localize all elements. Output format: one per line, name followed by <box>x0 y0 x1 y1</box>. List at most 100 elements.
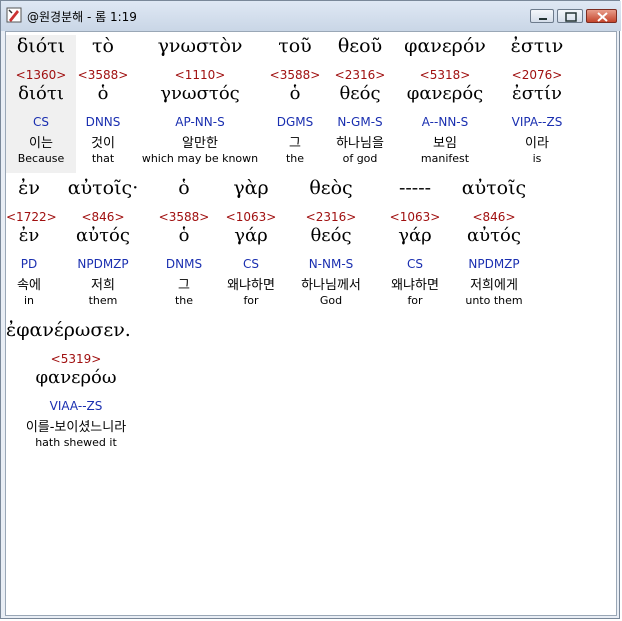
close-button[interactable] <box>586 9 617 23</box>
morphology-code[interactable]: N-GM-S <box>324 115 396 129</box>
korean-gloss: 알만한 <box>182 136 218 151</box>
greek-word: διότι <box>16 35 66 57</box>
korean-gloss: 속에 <box>17 278 41 293</box>
strong-number[interactable]: <3588> <box>76 68 130 82</box>
korean-gloss: 하나님께서 <box>301 278 361 293</box>
strong-number[interactable]: <2076> <box>500 68 574 82</box>
interlinear-row-2: ἐν <1722> ἐν PD 속에 in αὐτοῖς· <846> αὐτό… <box>6 177 616 317</box>
greek-word: γὰρ <box>233 177 269 199</box>
lemma: γνωστός <box>160 83 240 104</box>
word-cell[interactable]: ἐν <1722> ἐν PD 속에 in <box>6 177 57 315</box>
strong-number[interactable]: <1063> <box>218 210 284 224</box>
greek-word: γνωστὸν <box>157 35 243 57</box>
greek-word: θεὸς <box>309 177 353 199</box>
lemma: γάρ <box>234 225 268 246</box>
lemma: θεός <box>339 83 381 104</box>
strong-number[interactable]: <5318> <box>400 68 490 82</box>
morphology-code[interactable]: NPDMZP <box>456 257 532 271</box>
title-bar[interactable]: @원경분해 - 롬 1:19 <box>1 1 621 31</box>
morphology-code[interactable]: CS <box>382 257 448 271</box>
strong-number[interactable]: <3588> <box>156 210 212 224</box>
korean-gloss: 이를-보이셨느니라 <box>25 420 127 435</box>
english-gloss: of god <box>342 152 378 165</box>
morphology-code[interactable]: PD <box>6 257 52 271</box>
greek-word: φανερόν <box>404 35 486 57</box>
word-cell[interactable]: γὰρ <1063> γάρ CS 왜냐하면 for <box>218 177 284 315</box>
word-cell[interactable]: αὐτοῖς <846> αὐτός NPDMZP 저희에게 unto them <box>456 177 532 315</box>
interlinear-panel[interactable]: διότι <1360> διότι CS 이는 Because τὸ <358… <box>5 31 617 616</box>
morphology-code[interactable]: A--NN-S <box>400 115 490 129</box>
strong-number[interactable]: <1360> <box>6 68 76 82</box>
greek-word: αὐτοῖς· <box>67 177 139 199</box>
close-icon <box>597 12 608 22</box>
morphology-code[interactable]: CS <box>6 115 76 129</box>
morphology-code[interactable]: VIPA--ZS <box>500 115 574 129</box>
morphology-code[interactable]: N-NM-S <box>288 257 374 271</box>
word-cell[interactable]: θεοῦ <2316> θεός N-GM-S 하나님을 of god <box>324 35 396 173</box>
korean-gloss: 것이 <box>91 136 115 151</box>
english-gloss: for <box>407 294 423 307</box>
maximize-button[interactable] <box>557 9 583 23</box>
word-cell[interactable]: φανερόν <5318> φανερός A--NN-S 보임 manife… <box>400 35 490 173</box>
morphology-code[interactable]: DNMS <box>156 257 212 271</box>
english-gloss: Because <box>17 152 65 165</box>
strong-number[interactable]: <846> <box>456 210 532 224</box>
english-gloss: God <box>319 294 343 307</box>
word-cell[interactable]: αὐτοῖς· <846> αὐτός NPDMZP 저희 them <box>62 177 144 315</box>
korean-gloss: 저희에게 <box>470 278 518 293</box>
strong-number[interactable]: <2316> <box>288 210 374 224</box>
greek-word: τὸ <box>92 35 114 57</box>
english-gloss: in <box>23 294 35 307</box>
interlinear-row-3: ἐφανέρωσεν. <5319> φανερόω VIAA--ZS 이를-보… <box>6 319 616 459</box>
lemma: ὁ <box>178 225 190 246</box>
korean-gloss: 하나님을 <box>336 136 384 151</box>
window-title: @원경분해 - 롬 1:19 <box>27 10 137 24</box>
app-icon <box>6 7 22 23</box>
minimize-icon <box>539 18 547 20</box>
english-gloss: unto them <box>465 294 523 307</box>
korean-gloss: 왜냐하면 <box>227 278 275 293</box>
lemma: φανερόω <box>35 367 117 388</box>
strong-number[interactable]: <3588> <box>268 68 322 82</box>
word-cell[interactable]: ἐφανέρωσεν. <5319> φανερόω VIAA--ZS 이를-보… <box>6 319 146 457</box>
word-cell[interactable]: ----- <1063> γάρ CS 왜냐하면 for <box>382 177 448 315</box>
word-cell[interactable]: τοῦ <3588> ὁ DGMS 그 the <box>268 35 322 173</box>
morphology-code[interactable]: NPDMZP <box>62 257 144 271</box>
word-cell[interactable]: ὁ <3588> ὁ DNMS 그 the <box>156 177 212 315</box>
word-cell[interactable]: τὸ <3588> ὁ DNNS 것이 that <box>76 35 130 173</box>
strong-number[interactable]: <2316> <box>324 68 396 82</box>
word-cell[interactable]: διότι <1360> διότι CS 이는 Because <box>6 35 76 173</box>
morphology-code[interactable]: VIAA--ZS <box>6 399 146 413</box>
app-window: @원경분해 - 롬 1:19 διότι <1360> διότι CS 이는 … <box>0 0 621 619</box>
word-cell[interactable]: ἐστιν <2076> ἐστίν VIPA--ZS 이라 is <box>500 35 574 173</box>
strong-number[interactable]: <846> <box>62 210 144 224</box>
strong-number[interactable]: <1110> <box>136 68 264 82</box>
greek-word: ἐστιν <box>510 35 564 57</box>
word-cell[interactable]: θεὸς <2316> θεός N-NM-S 하나님께서 God <box>288 177 374 315</box>
morphology-code[interactable]: DNNS <box>76 115 130 129</box>
english-gloss: manifest <box>420 152 470 165</box>
maximize-icon <box>565 12 577 22</box>
lemma: αὐτός <box>467 225 521 246</box>
lemma: θεός <box>310 225 352 246</box>
morphology-code[interactable]: DGMS <box>268 115 322 129</box>
morphology-code[interactable]: CS <box>218 257 284 271</box>
lemma: αὐτός <box>76 225 130 246</box>
greek-word: ἐφανέρωσεν. <box>6 319 131 341</box>
strong-number[interactable]: <1063> <box>382 210 448 224</box>
greek-word: θεοῦ <box>337 35 383 57</box>
word-cell[interactable]: γνωστὸν <1110> γνωστός AP-NN-S 알만한 which… <box>136 35 264 173</box>
korean-gloss: 왜냐하면 <box>391 278 439 293</box>
strong-number[interactable]: <1722> <box>6 210 57 224</box>
minimize-button[interactable] <box>530 9 554 23</box>
greek-word: τοῦ <box>278 35 312 57</box>
english-gloss: that <box>91 152 115 165</box>
lemma: ὁ <box>289 83 301 104</box>
greek-word: ὁ <box>178 177 190 199</box>
english-gloss: the <box>285 152 305 165</box>
strong-number[interactable]: <5319> <box>6 352 146 366</box>
morphology-code[interactable]: AP-NN-S <box>136 115 264 129</box>
korean-gloss: 보임 <box>433 136 457 151</box>
korean-gloss: 그 <box>289 136 301 151</box>
greek-word: ----- <box>398 177 432 199</box>
